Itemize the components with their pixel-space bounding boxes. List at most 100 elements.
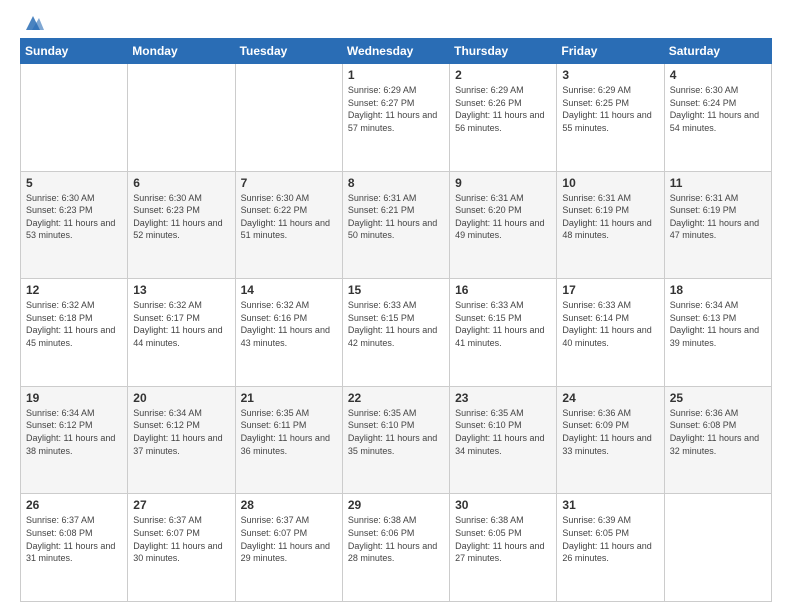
day-number: 12: [26, 283, 122, 297]
day-info: Sunrise: 6:38 AM Sunset: 6:05 PM Dayligh…: [455, 514, 551, 564]
day-number: 31: [562, 498, 658, 512]
day-info: Sunrise: 6:37 AM Sunset: 6:07 PM Dayligh…: [133, 514, 229, 564]
calendar-cell: 27 Sunrise: 6:37 AM Sunset: 6:07 PM Dayli…: [128, 494, 235, 602]
day-info: Sunrise: 6:32 AM Sunset: 6:17 PM Dayligh…: [133, 299, 229, 349]
calendar-header-wednesday: Wednesday: [342, 39, 449, 64]
day-number: 11: [670, 176, 766, 190]
calendar-cell: 11Sunrise: 6:31 AM Sunset: 6:19 PM Dayli…: [664, 171, 771, 279]
header: [20, 16, 772, 28]
day-info: Sunrise: 6:34 AM Sunset: 6:12 PM Dayligh…: [133, 407, 229, 457]
calendar-cell: 3Sunrise: 6:29 AM Sunset: 6:25 PM Daylig…: [557, 64, 664, 172]
day-info: Sunrise: 6:31 AM Sunset: 6:19 PM Dayligh…: [562, 192, 658, 242]
calendar-cell: 25 Sunrise: 6:36 AM Sunset: 6:08 PM Dayli…: [664, 386, 771, 494]
day-number: 18: [670, 283, 766, 297]
calendar-cell: 7 Sunrise: 6:30 AM Sunset: 6:22 PM Daylig…: [235, 171, 342, 279]
day-number: 28: [241, 498, 337, 512]
calendar-cell: 26Sunrise: 6:37 AM Sunset: 6:08 PM Dayli…: [21, 494, 128, 602]
day-number: 21: [241, 391, 337, 405]
calendar-cell: 30 Sunrise: 6:38 AM Sunset: 6:05 PM Dayli…: [450, 494, 557, 602]
calendar-cell: 16 Sunrise: 6:33 AM Sunset: 6:15 PM Dayli…: [450, 279, 557, 387]
calendar-cell: 31 Sunrise: 6:39 AM Sunset: 6:05 PM Dayli…: [557, 494, 664, 602]
day-number: 16: [455, 283, 551, 297]
calendar-cell: 4Sunrise: 6:30 AM Sunset: 6:24 PM Daylig…: [664, 64, 771, 172]
day-number: 24: [562, 391, 658, 405]
day-number: 9: [455, 176, 551, 190]
day-number: 1: [348, 68, 444, 82]
calendar-cell: 19 Sunrise: 6:34 AM Sunset: 6:12 PM Dayli…: [21, 386, 128, 494]
day-number: 2: [455, 68, 551, 82]
calendar-cell: 12 Sunrise: 6:32 AM Sunset: 6:18 PM Dayli…: [21, 279, 128, 387]
day-number: 30: [455, 498, 551, 512]
calendar-cell: 10 Sunrise: 6:31 AM Sunset: 6:19 PM Dayli…: [557, 171, 664, 279]
calendar-cell: [21, 64, 128, 172]
day-info: Sunrise: 6:32 AM Sunset: 6:18 PM Dayligh…: [26, 299, 122, 349]
day-number: 22: [348, 391, 444, 405]
day-info: Sunrise: 6:29 AM Sunset: 6:25 PM Dayligh…: [562, 84, 658, 134]
day-info: Sunrise: 6:36 AM Sunset: 6:09 PM Dayligh…: [562, 407, 658, 457]
day-number: 20: [133, 391, 229, 405]
day-number: 6: [133, 176, 229, 190]
calendar-cell: 23Sunrise: 6:35 AM Sunset: 6:10 PM Dayli…: [450, 386, 557, 494]
calendar-cell: 20 Sunrise: 6:34 AM Sunset: 6:12 PM Dayli…: [128, 386, 235, 494]
day-info: Sunrise: 6:29 AM Sunset: 6:26 PM Dayligh…: [455, 84, 551, 134]
day-info: Sunrise: 6:35 AM Sunset: 6:11 PM Dayligh…: [241, 407, 337, 457]
logo: [20, 16, 44, 28]
calendar-header-thursday: Thursday: [450, 39, 557, 64]
day-number: 10: [562, 176, 658, 190]
calendar-week-1: 1 Sunrise: 6:29 AM Sunset: 6:27 PM Daylig…: [21, 64, 772, 172]
calendar-table: SundayMondayTuesdayWednesdayThursdayFrid…: [20, 38, 772, 602]
calendar-cell: 1 Sunrise: 6:29 AM Sunset: 6:27 PM Daylig…: [342, 64, 449, 172]
calendar-cell: 15Sunrise: 6:33 AM Sunset: 6:15 PM Dayli…: [342, 279, 449, 387]
calendar-cell: [664, 494, 771, 602]
calendar-cell: 13 Sunrise: 6:32 AM Sunset: 6:17 PM Dayli…: [128, 279, 235, 387]
calendar-week-4: 19 Sunrise: 6:34 AM Sunset: 6:12 PM Dayli…: [21, 386, 772, 494]
day-info: Sunrise: 6:36 AM Sunset: 6:08 PM Dayligh…: [670, 407, 766, 457]
calendar-cell: 14 Sunrise: 6:32 AM Sunset: 6:16 PM Dayli…: [235, 279, 342, 387]
page: SundayMondayTuesdayWednesdayThursdayFrid…: [0, 0, 792, 612]
day-number: 8: [348, 176, 444, 190]
day-number: 13: [133, 283, 229, 297]
day-info: Sunrise: 6:30 AM Sunset: 6:23 PM Dayligh…: [26, 192, 122, 242]
calendar-cell: 9 Sunrise: 6:31 AM Sunset: 6:20 PM Daylig…: [450, 171, 557, 279]
day-number: 17: [562, 283, 658, 297]
calendar-cell: 22Sunrise: 6:35 AM Sunset: 6:10 PM Dayli…: [342, 386, 449, 494]
calendar-cell: 29Sunrise: 6:38 AM Sunset: 6:06 PM Dayli…: [342, 494, 449, 602]
day-info: Sunrise: 6:39 AM Sunset: 6:05 PM Dayligh…: [562, 514, 658, 564]
day-info: Sunrise: 6:38 AM Sunset: 6:06 PM Dayligh…: [348, 514, 444, 564]
calendar-cell: 24 Sunrise: 6:36 AM Sunset: 6:09 PM Dayli…: [557, 386, 664, 494]
day-info: Sunrise: 6:34 AM Sunset: 6:12 PM Dayligh…: [26, 407, 122, 457]
day-info: Sunrise: 6:30 AM Sunset: 6:22 PM Dayligh…: [241, 192, 337, 242]
day-info: Sunrise: 6:33 AM Sunset: 6:15 PM Dayligh…: [455, 299, 551, 349]
day-info: Sunrise: 6:29 AM Sunset: 6:27 PM Dayligh…: [348, 84, 444, 134]
day-number: 7: [241, 176, 337, 190]
day-info: Sunrise: 6:31 AM Sunset: 6:20 PM Dayligh…: [455, 192, 551, 242]
day-number: 19: [26, 391, 122, 405]
calendar-header-friday: Friday: [557, 39, 664, 64]
day-number: 15: [348, 283, 444, 297]
calendar-cell: 21 Sunrise: 6:35 AM Sunset: 6:11 PM Dayli…: [235, 386, 342, 494]
calendar-cell: 28Sunrise: 6:37 AM Sunset: 6:07 PM Dayli…: [235, 494, 342, 602]
calendar-cell: 17 Sunrise: 6:33 AM Sunset: 6:14 PM Dayli…: [557, 279, 664, 387]
day-info: Sunrise: 6:33 AM Sunset: 6:14 PM Dayligh…: [562, 299, 658, 349]
day-info: Sunrise: 6:30 AM Sunset: 6:23 PM Dayligh…: [133, 192, 229, 242]
calendar-cell: 8 Sunrise: 6:31 AM Sunset: 6:21 PM Daylig…: [342, 171, 449, 279]
calendar-cell: [128, 64, 235, 172]
day-info: Sunrise: 6:30 AM Sunset: 6:24 PM Dayligh…: [670, 84, 766, 134]
day-number: 27: [133, 498, 229, 512]
day-number: 5: [26, 176, 122, 190]
calendar-week-2: 5 Sunrise: 6:30 AM Sunset: 6:23 PM Daylig…: [21, 171, 772, 279]
calendar-header-monday: Monday: [128, 39, 235, 64]
day-number: 25: [670, 391, 766, 405]
calendar-header-row: SundayMondayTuesdayWednesdayThursdayFrid…: [21, 39, 772, 64]
calendar-cell: 18Sunrise: 6:34 AM Sunset: 6:13 PM Dayli…: [664, 279, 771, 387]
day-info: Sunrise: 6:35 AM Sunset: 6:10 PM Dayligh…: [455, 407, 551, 457]
calendar-cell: 5 Sunrise: 6:30 AM Sunset: 6:23 PM Daylig…: [21, 171, 128, 279]
day-number: 26: [26, 498, 122, 512]
calendar-header-sunday: Sunday: [21, 39, 128, 64]
calendar-week-3: 12 Sunrise: 6:32 AM Sunset: 6:18 PM Dayli…: [21, 279, 772, 387]
day-info: Sunrise: 6:31 AM Sunset: 6:21 PM Dayligh…: [348, 192, 444, 242]
day-number: 14: [241, 283, 337, 297]
calendar-week-5: 26Sunrise: 6:37 AM Sunset: 6:08 PM Dayli…: [21, 494, 772, 602]
day-info: Sunrise: 6:32 AM Sunset: 6:16 PM Dayligh…: [241, 299, 337, 349]
calendar-header-saturday: Saturday: [664, 39, 771, 64]
